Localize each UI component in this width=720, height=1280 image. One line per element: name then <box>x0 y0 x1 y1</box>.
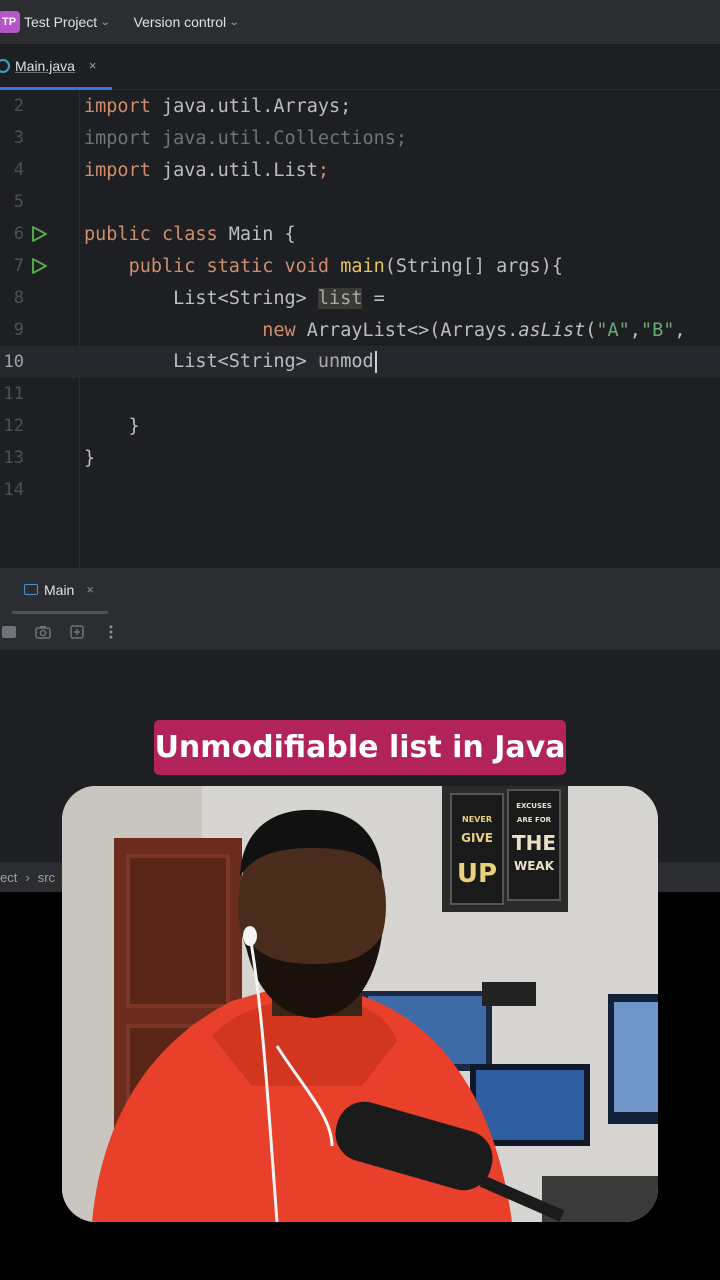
code-text: } <box>84 447 96 469</box>
java-file-icon <box>0 58 10 73</box>
project-name: Test Project <box>24 14 98 30</box>
line-number: 13 <box>3 448 24 468</box>
line-number: 5 <box>13 192 24 212</box>
line-number: 7 <box>13 256 24 276</box>
code-line[interactable]: 13 } <box>0 442 720 474</box>
line-number: 3 <box>13 128 24 148</box>
code-text: public class Main { <box>84 223 296 245</box>
code-text: import java.util.Arrays; <box>84 95 352 117</box>
editor-tab-bar: Main.java × <box>0 44 720 90</box>
code-text: List<String> unmod <box>84 351 377 373</box>
code-line[interactable]: 6 public class Main { <box>0 218 720 250</box>
line-number: 4 <box>13 160 24 180</box>
version-control-menu[interactable]: Version control ⌄ <box>133 14 240 30</box>
code-line[interactable]: 3 import java.util.Collections; <box>0 122 720 154</box>
code-line[interactable]: 4 import java.util.List; <box>0 154 720 186</box>
console-icon <box>24 584 38 595</box>
chevron-down-icon: ⌄ <box>99 16 111 28</box>
tab-run-main[interactable]: Main × <box>12 568 108 614</box>
code-text: import java.util.List; <box>84 159 330 181</box>
code-text: List<String> list = <box>84 287 385 309</box>
tab-main-java[interactable]: Main.java × <box>0 44 112 90</box>
breadcrumb-project[interactable]: ect <box>0 870 17 885</box>
code-text: new ArrayList<>(Arrays.asList("A","B", <box>262 319 686 341</box>
line-number: 10 <box>3 352 24 372</box>
line-number: 14 <box>3 480 24 500</box>
tab-label: Main.java <box>15 57 75 74</box>
svg-text:EXCUSES: EXCUSES <box>516 802 552 810</box>
code-line-current[interactable]: 10 List<String> unmod <box>0 346 720 378</box>
code-text: public static void main(String[] args){ <box>128 255 563 277</box>
text-caret <box>374 351 377 373</box>
code-editor[interactable]: 2 import java.util.Arrays; 3 import java… <box>0 90 720 568</box>
line-number: 12 <box>3 416 24 436</box>
code-line[interactable]: 14 <box>0 474 720 506</box>
code-line[interactable]: 11 <box>0 378 720 410</box>
svg-text:THE: THE <box>512 831 556 855</box>
version-control-label: Version control <box>133 14 227 30</box>
close-icon[interactable]: × <box>89 58 97 73</box>
svg-text:WEAK: WEAK <box>514 859 555 873</box>
run-class-icon[interactable] <box>30 225 48 243</box>
code-line[interactable]: 9 new ArrayList<>(Arrays.asList("A","B", <box>0 314 720 346</box>
close-icon[interactable]: × <box>86 582 94 597</box>
more-options-icon[interactable] <box>102 623 120 641</box>
run-tab-label: Main <box>44 581 75 598</box>
svg-text:UP: UP <box>457 859 497 889</box>
project-selector[interactable]: Test Project ⌄ <box>24 14 111 30</box>
line-number: 6 <box>13 224 24 244</box>
code-text: import java.util.Collections; <box>84 127 408 149</box>
line-number: 11 <box>3 384 24 404</box>
svg-text:ARE FOR: ARE FOR <box>517 816 552 824</box>
line-number: 9 <box>13 320 24 340</box>
code-line[interactable]: 8 List<String> list = <box>0 282 720 314</box>
camera-icon[interactable] <box>34 623 52 641</box>
code-text: } <box>84 415 140 437</box>
line-number: 8 <box>13 288 24 308</box>
video-caption: Unmodifiable list in Java <box>154 720 566 775</box>
code-line[interactable]: 5 <box>0 186 720 218</box>
wall-poster: NEVER GIVE UP EXCUSES ARE FOR THE WEAK <box>442 786 568 912</box>
svg-text:GIVE: GIVE <box>461 831 493 845</box>
main-toolbar: TP Test Project ⌄ Version control ⌄ <box>0 0 720 44</box>
restore-layout-icon[interactable] <box>68 623 86 641</box>
code-line[interactable]: 7 public static void main(String[] args)… <box>0 250 720 282</box>
chevron-down-icon: ⌄ <box>228 16 240 28</box>
stop-icon[interactable] <box>0 623 18 641</box>
code-line[interactable]: 2 import java.util.Arrays; <box>0 90 720 122</box>
run-main-icon[interactable] <box>30 257 48 275</box>
run-header: Main × <box>0 568 720 614</box>
webcam-overlay: NEVER GIVE UP EXCUSES ARE FOR THE WEAK <box>62 786 658 1222</box>
project-badge[interactable]: TP <box>0 11 20 33</box>
line-number: 2 <box>13 96 24 116</box>
breadcrumb-folder[interactable]: src <box>38 870 55 885</box>
webcam-scene: NEVER GIVE UP EXCUSES ARE FOR THE WEAK <box>62 786 658 1222</box>
chevron-right-icon: › <box>25 869 30 885</box>
svg-text:NEVER: NEVER <box>462 815 492 824</box>
code-line[interactable]: 12 } <box>0 410 720 442</box>
run-toolbar <box>0 614 720 650</box>
